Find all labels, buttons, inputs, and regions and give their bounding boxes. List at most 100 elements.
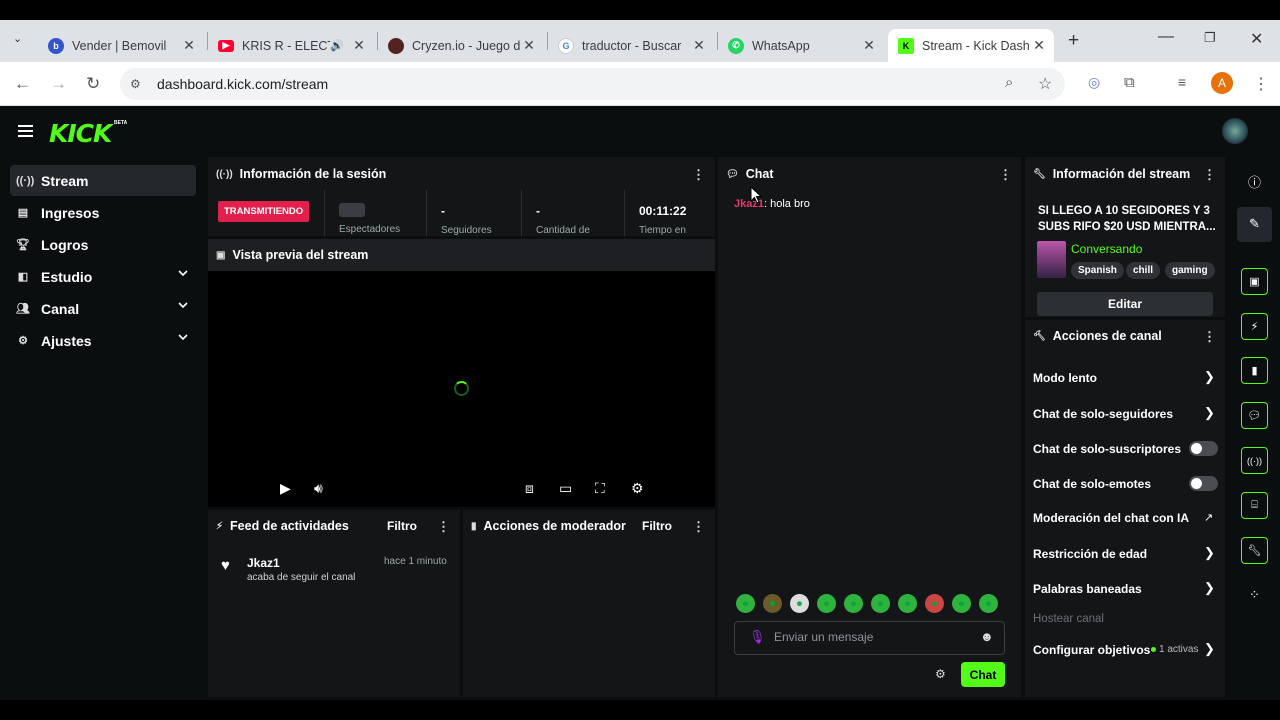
chevron-right-icon[interactable]: ❯ [1204, 545, 1215, 561]
close-window-icon[interactable]: ✕ [1250, 29, 1263, 49]
close-tab-icon[interactable]: ✕ [350, 37, 368, 54]
edit-stream-button[interactable]: Editar [1037, 292, 1213, 316]
chevron-right-icon[interactable]: ❯ [1204, 405, 1215, 421]
ai-moderation-item[interactable]: Moderación del chat con IA [1033, 511, 1189, 525]
stream-title: SI LLEGO A 10 SEGIDORES Y 3 SUBS RIFO $2… [1038, 205, 1216, 233]
tab-kick-dashboard[interactable]: K Stream - Kick Dash ✕ [888, 29, 1054, 62]
external-link-icon[interactable]: ↗ [1204, 511, 1213, 524]
emote-icon[interactable]: ☻ [952, 594, 971, 613]
slow-mode-item[interactable]: Modo lento [1033, 371, 1097, 385]
emote-icon[interactable]: ☻ [763, 594, 782, 613]
kebab-menu-icon[interactable]: ⋮ [692, 519, 705, 535]
tab-bemovil[interactable]: b Vender | Bemovil ✕ [38, 29, 204, 62]
microphone-icon[interactable]: 🎙︎ [749, 629, 766, 645]
rail-preview-icon[interactable]: ▣ [1241, 268, 1268, 295]
pencil-icon[interactable]: ✎ [1241, 216, 1268, 232]
audio-playing-icon[interactable]: 🔊 [330, 39, 344, 52]
tab-youtube[interactable]: ▶ KRIS R - ELECT 🔊 ✕ [208, 29, 374, 62]
miniplayer-icon[interactable]: ⧈ [525, 480, 534, 497]
minimize-icon[interactable]: — [1158, 28, 1174, 46]
preview-icon: ▣ [216, 249, 226, 261]
chat-settings-gear-icon[interactable]: ⚙ [935, 667, 946, 681]
rail-chat-icon[interactable]: 💬︎ [1241, 402, 1268, 429]
banned-words-item[interactable]: Palabras baneadas [1033, 582, 1142, 596]
kebab-menu-icon[interactable]: ⋮ [1203, 329, 1216, 345]
rail-lightning-icon[interactable]: ⚡︎ [1241, 313, 1268, 340]
restore-icon[interactable]: ❐ [1204, 30, 1216, 46]
feed-filter-button[interactable]: Filtro [387, 519, 417, 533]
emote-icon[interactable]: ☻ [979, 594, 998, 613]
followers-only-item[interactable]: Chat de solo-seguidores [1033, 407, 1173, 421]
subscribers-only-toggle[interactable] [1189, 441, 1218, 456]
site-info-icon[interactable]: ⚙ [130, 77, 141, 91]
emote-icon[interactable]: ☻ [844, 594, 863, 613]
kebab-menu-icon[interactable]: ⋮ [692, 167, 705, 183]
mod-filter-button[interactable]: Filtro [642, 519, 672, 533]
stat-label: Cantidad de [536, 225, 590, 236]
play-icon[interactable]: ▶ [280, 480, 291, 497]
browser-menu-icon[interactable]: ⋮ [1253, 74, 1269, 94]
fullscreen-icon[interactable]: ⛶ [595, 480, 605, 497]
rail-wrench-icon[interactable]: 🔧︎ [1241, 537, 1268, 564]
emote-icon[interactable]: ☻ [817, 594, 836, 613]
chevron-right-icon[interactable]: ❯ [1204, 641, 1215, 657]
close-tab-icon[interactable]: ✕ [1030, 37, 1048, 54]
kebab-menu-icon[interactable]: ⋮ [999, 167, 1012, 183]
emote-icon[interactable]: ☻ [925, 594, 944, 613]
tab-title: KRIS R - ELECT [242, 38, 331, 53]
tab-google[interactable]: G traductor - Buscar ✕ [548, 29, 714, 62]
close-tab-icon[interactable]: ✕ [690, 37, 708, 54]
reload-icon[interactable]: ↻ [86, 74, 100, 94]
url-text[interactable]: dashboard.kick.com/stream [157, 76, 328, 92]
theater-mode-icon[interactable]: ▭ [559, 480, 572, 497]
kebab-menu-icon[interactable]: ⋮ [1203, 167, 1216, 183]
chevron-right-icon[interactable]: ❯ [1204, 369, 1215, 385]
sidebar-item-ajustes[interactable]: ⚙ Ajustes [10, 325, 196, 356]
tab-cryzen[interactable]: Cryzen.io - Juego d ✕ [378, 29, 544, 62]
chevron-right-icon[interactable]: ❯ [1204, 580, 1215, 596]
profile-avatar[interactable]: A [1211, 72, 1233, 94]
emotes-only-toggle[interactable] [1189, 476, 1218, 491]
feed-username[interactable]: Jkaz1 [247, 556, 280, 570]
emote-icon[interactable]: ☻ [736, 594, 755, 613]
sidebar-item-logros[interactable]: 🏆︎ Logros [10, 229, 196, 260]
emote-icon[interactable]: ☻ [790, 594, 809, 613]
rail-document-icon[interactable]: ▮ [1241, 357, 1268, 384]
back-icon[interactable]: ← [14, 74, 31, 94]
zoom-icon[interactable]: ⌕ [1005, 74, 1013, 91]
close-tab-icon[interactable]: ✕ [860, 37, 878, 54]
rail-broadcast-icon[interactable]: ((·)) [1241, 447, 1268, 474]
add-widget-icon[interactable]: ⁘ [1241, 587, 1268, 603]
configure-goals-item[interactable]: Configurar objetivos [1033, 643, 1150, 657]
settings-gear-icon[interactable]: ⚙ [631, 480, 644, 497]
new-tab-icon[interactable]: + [1068, 30, 1079, 52]
sidebar-item-stream[interactable]: ((·)) Stream [10, 165, 196, 196]
sidebar-item-estudio[interactable]: ◧ Estudio [10, 261, 196, 292]
sidebar-item-canal[interactable]: 👥︎ Canal [10, 293, 196, 324]
age-restriction-item[interactable]: Restricción de edad [1033, 547, 1147, 561]
emoji-picker-icon[interactable]: ☻ [980, 629, 994, 644]
kebab-menu-icon[interactable]: ⋮ [437, 519, 450, 535]
bookmark-star-icon[interactable]: ☆ [1038, 74, 1052, 94]
tab-whatsapp[interactable]: ✆ WhatsApp ✕ [718, 29, 884, 62]
category-thumbnail[interactable] [1037, 241, 1066, 278]
media-controls-icon[interactable]: ≡ [1178, 74, 1186, 90]
close-tab-icon[interactable]: ✕ [520, 37, 538, 54]
tab-search-icon[interactable]: ⌄ [13, 32, 22, 45]
emote-icon[interactable]: ☻ [898, 594, 917, 613]
chat-send-button[interactable]: Chat [961, 662, 1005, 687]
close-tab-icon[interactable]: ✕ [180, 37, 198, 54]
user-avatar[interactable] [1222, 118, 1248, 144]
taskbar-strip [0, 700, 1280, 720]
sidebar-item-ingresos[interactable]: ▤ Ingresos [10, 197, 196, 228]
info-icon[interactable]: ⓘ [1241, 172, 1268, 191]
volume-icon[interactable]: 🔊︎ [314, 480, 323, 497]
emote-icon[interactable]: ☻ [871, 594, 890, 613]
forward-icon[interactable]: → [50, 74, 67, 94]
extensions-puzzle-icon[interactable]: ⧉ [1124, 74, 1135, 91]
category-name[interactable]: Conversando [1071, 242, 1142, 256]
hamburger-menu-icon[interactable] [18, 125, 33, 140]
kick-logo[interactable]: KICK [49, 119, 112, 148]
rail-hammer-icon[interactable]: ⌸ [1241, 492, 1268, 519]
extension-icon[interactable]: ◎ [1088, 74, 1100, 91]
